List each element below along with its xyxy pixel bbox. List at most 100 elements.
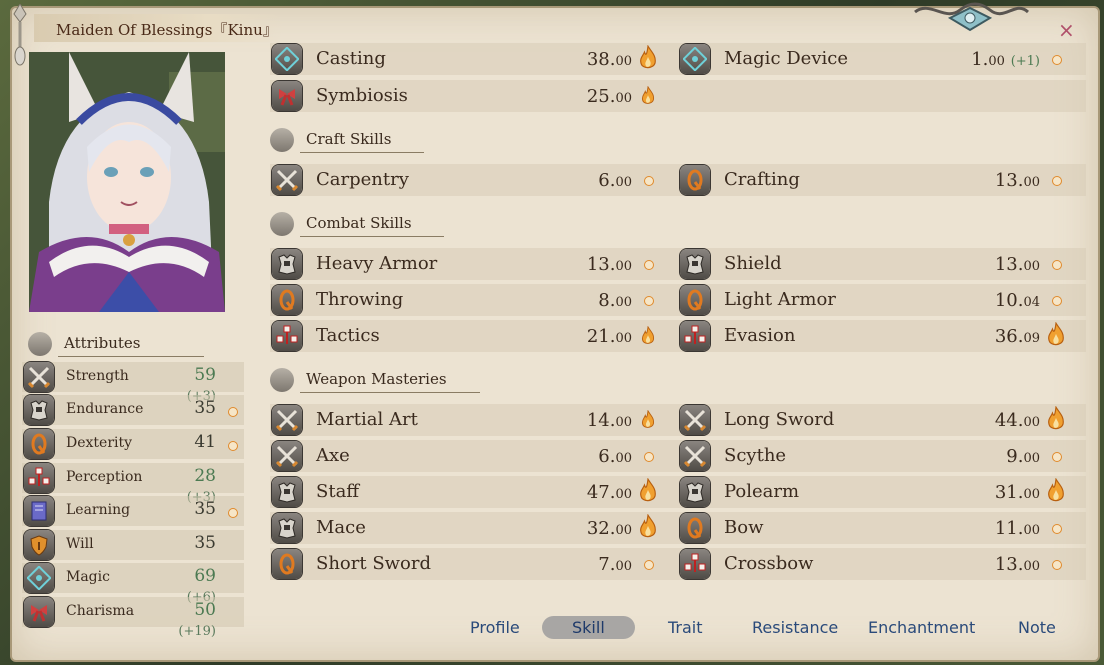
attribute-row-dexterity[interactable]: Dexterity 41: [22, 429, 244, 459]
skill-value: 7.00: [598, 554, 632, 575]
book-icon: [24, 496, 54, 526]
skill-carpentry[interactable]: Carpentry 6.00: [270, 164, 670, 196]
skill-name: Crafting: [724, 169, 800, 190]
skill-name: Symbiosis: [316, 85, 408, 106]
attribute-row-will[interactable]: Will 35: [22, 530, 244, 560]
skill-scythe[interactable]: Scythe 9.00: [678, 440, 1086, 472]
heading-underline: [58, 356, 204, 357]
skill-row: Throwing 8.00 Light Armor 10.04: [270, 284, 1086, 316]
tab-skill[interactable]: Skill: [542, 616, 635, 639]
skill-name: Martial Art: [316, 409, 418, 430]
skill-staff[interactable]: Staff 47.00: [270, 476, 670, 508]
character-portrait: [29, 52, 225, 312]
potential-dot-icon: [228, 441, 238, 451]
flame-large-icon: [640, 45, 656, 69]
skill-name: Light Armor: [724, 289, 836, 310]
tab-profile[interactable]: Profile: [470, 618, 520, 637]
skill-axe[interactable]: Axe 6.00: [270, 440, 670, 472]
rune-icon: [24, 563, 54, 593]
skill-value: 6.00: [598, 446, 632, 467]
attribute-row-perception[interactable]: Perception28 (+3): [22, 463, 244, 505]
close-button[interactable]: ×: [1058, 18, 1075, 42]
dagger-icon: [24, 429, 54, 459]
skill-name: Mace: [316, 517, 366, 538]
skill-symbiosis[interactable]: Symbiosis 25.00: [270, 80, 670, 112]
heading-underline: [300, 236, 444, 237]
skill-tactics[interactable]: Tactics 21.00: [270, 320, 670, 352]
skill-bonus: (+1): [1010, 54, 1040, 69]
title-tab: Maiden Of Blessings『Kinu』: [34, 14, 284, 42]
skill-crossbow[interactable]: Crossbow 13.00: [678, 548, 1086, 580]
skill-casting[interactable]: Casting 38.00: [270, 43, 670, 75]
skill-long-sword[interactable]: Long Sword 44.00: [678, 404, 1086, 436]
skill-shield[interactable]: Shield 13.00: [678, 248, 1086, 280]
skill-name: Heavy Armor: [316, 253, 438, 274]
skill-name: Bow: [724, 517, 764, 538]
dagger-icon: [272, 549, 302, 579]
attribute-row-learning[interactable]: Learning 35: [22, 496, 244, 526]
skill-value: 13.00: [586, 254, 632, 275]
armor-icon: [680, 477, 710, 507]
attribute-row-magic[interactable]: Magic69 (+6): [22, 563, 244, 605]
skill-name: Throwing: [316, 289, 404, 310]
tab-note[interactable]: Note: [1018, 618, 1056, 637]
flame-large-icon: [1048, 406, 1064, 430]
skill-mace[interactable]: Mace 32.00: [270, 512, 670, 544]
skill-name: Carpentry: [316, 169, 409, 190]
skill-value: 9.00: [1006, 446, 1040, 467]
skill-value: 31.00: [994, 482, 1040, 503]
tab-bar: Profile Skill Trait Resistance Enchantme…: [0, 616, 1104, 644]
dagger-icon: [680, 165, 710, 195]
skill-magic-device[interactable]: Magic Device 1.00 (+1): [678, 43, 1086, 75]
skill-name: Tactics: [316, 325, 380, 346]
skill-heavy-armor[interactable]: Heavy Armor 13.00: [270, 248, 670, 280]
flame-large-icon: [640, 478, 656, 502]
skill-row: Mace 32.00 Bow 11.00: [270, 512, 1086, 544]
skill-row: Symbiosis 25.00: [270, 80, 1086, 112]
potential-dot-icon: [644, 296, 654, 306]
crossed-swords-icon: [272, 165, 302, 195]
tab-enchantment[interactable]: Enchantment: [868, 618, 975, 637]
armor-icon: [272, 477, 302, 507]
skill-value: 25.00: [586, 86, 632, 107]
skill-value: 11.00: [994, 518, 1040, 539]
crosshair-icon: [680, 321, 710, 351]
skill-name: Magic Device: [724, 48, 848, 69]
attribute-row-strength[interactable]: Strength59 (+3): [22, 362, 244, 404]
heading-underline: [300, 392, 480, 393]
armor-icon: [24, 395, 54, 425]
skill-short-sword[interactable]: Short Sword 7.00: [270, 548, 670, 580]
skill-name: Crossbow: [724, 553, 814, 574]
skill-throwing[interactable]: Throwing 8.00: [270, 284, 670, 316]
tab-resistance[interactable]: Resistance: [752, 618, 838, 637]
skill-value: 6.00: [598, 170, 632, 191]
skill-polearm[interactable]: Polearm 31.00: [678, 476, 1086, 508]
skill-row: Axe 6.00 Scythe 9.00: [270, 440, 1086, 472]
skill-name: Casting: [316, 48, 386, 69]
skill-value: 1.00 (+1): [971, 49, 1040, 70]
potential-dot-icon: [1052, 176, 1062, 186]
skill-name: Scythe: [724, 445, 787, 466]
skill-bow[interactable]: Bow 11.00: [678, 512, 1086, 544]
skill-martial-art[interactable]: Martial Art 14.00: [270, 404, 670, 436]
potential-dot-icon: [1052, 452, 1062, 462]
armor-icon: [272, 249, 302, 279]
skill-evasion[interactable]: Evasion 36.09: [678, 320, 1086, 352]
flame-large-icon: [1048, 478, 1064, 502]
ribbon-icon: [272, 81, 302, 111]
skill-row: Tactics 21.00 Evasion 36.09: [270, 320, 1086, 352]
pin-ornament-icon: [13, 4, 27, 66]
skill-crafting[interactable]: Crafting 13.00: [678, 164, 1086, 196]
skill-light-armor[interactable]: Light Armor 10.04: [678, 284, 1086, 316]
crossed-swords-icon: [680, 441, 710, 471]
attribute-value: 35: [194, 499, 216, 519]
skill-name: Axe: [316, 445, 350, 466]
heading-underline: [300, 152, 424, 153]
skill-value: 13.00: [994, 254, 1040, 275]
attribute-row-endurance[interactable]: Endurance 35: [22, 395, 244, 425]
crossed-swords-icon: [272, 441, 302, 471]
attribute-value: 41: [194, 432, 216, 452]
potential-dot-icon: [644, 560, 654, 570]
armor-icon: [272, 513, 302, 543]
tab-trait[interactable]: Trait: [668, 618, 703, 637]
